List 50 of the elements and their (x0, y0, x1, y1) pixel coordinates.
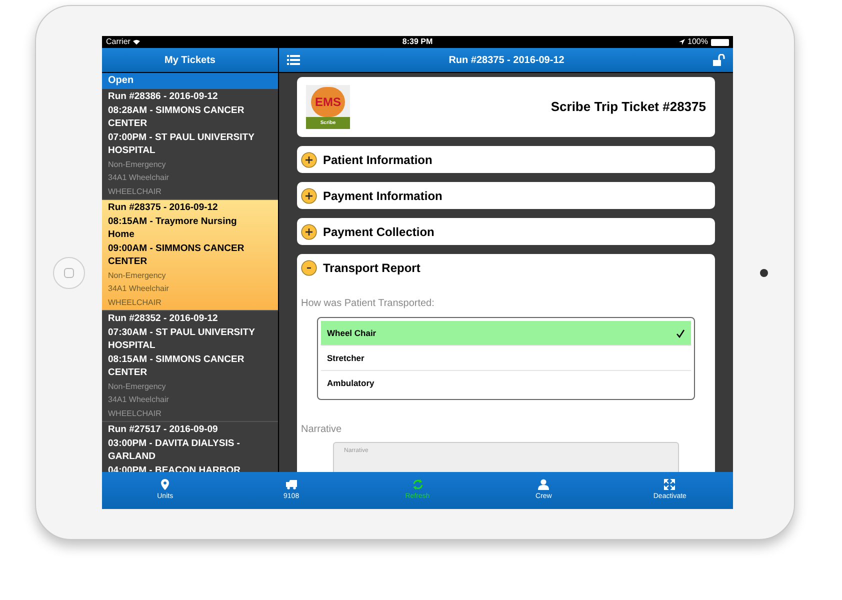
ticket-run: Run #28386 - 2016-09-12 (108, 90, 219, 104)
location-arrow-icon (678, 39, 685, 45)
wifi-icon (133, 39, 140, 45)
section-toggle[interactable]: Transport Report (297, 254, 715, 281)
ticket-pickup: 08:15AM - Traymore Nursing Home (108, 214, 238, 242)
status-time: 8:39 PM (401, 36, 434, 48)
ticket-run: Run #27517 - 2016-09-09 (108, 423, 219, 436)
ticket-unit: 34A1 Wheelchair (108, 283, 170, 295)
checkmark-icon (676, 328, 685, 338)
ticket-item[interactable]: Run #28375 - 2016-09-12 08:15AM - Traymore Nursing Home 09:00AM - SIMMONS CANCER CENTER Non-Emergency 34A1 Wheelchair WHEELCHAIR (102, 200, 278, 311)
narrative-label: Narrative (301, 423, 343, 437)
ticket-unit: 34A1 Wheelchair (108, 172, 170, 184)
section-toggle[interactable]: Payment Information (297, 182, 715, 209)
expand-icon (664, 478, 676, 490)
person-icon (538, 478, 550, 490)
carrier-label: Carrier (106, 36, 130, 48)
ticket-priority: Non-Emergency (108, 158, 167, 171)
refresh-icon (412, 478, 423, 490)
ticket-unit: 34A1 Wheelchair (108, 394, 170, 406)
ticket-item[interactable]: Run #28352 - 2016-09-12 07:30AM - ST PAUL UNIVERSITY HOSPITAL 08:15AM - SIMMONS CANCER CENTER Non-Emergency 34A1 Wheelchair WHEELCHAIR (102, 311, 278, 422)
question-label: How was Patient Transported: (301, 297, 436, 311)
ticket-dropoff: 08:15AM - SIMMONS CANCER CENTER (108, 352, 246, 380)
ticket-pickup: 08:28AM - SIMMONS CANCER CENTER (108, 104, 246, 130)
ticket-mode: WHEELCHAIR (108, 408, 162, 420)
ticket-run: Run #28352 - 2016-09-12 (108, 312, 219, 326)
sidebar-title: My Tickets (164, 54, 216, 68)
screen-title: Run #28375 - 2016-09-12 (448, 54, 566, 68)
section-header: Open (102, 73, 278, 89)
ticket-mode: WHEELCHAIR (108, 296, 162, 308)
ticket-pickup: 03:00PM - DAVITA DIALYSIS - GARLAND (108, 436, 241, 464)
ticket-priority: Non-Emergency (108, 380, 167, 393)
logo-text: EMS (314, 96, 341, 108)
ticket-priority: Non-Emergency (108, 270, 167, 282)
unlock-icon[interactable] (713, 54, 725, 66)
option-row[interactable]: Wheel Chair (321, 321, 691, 346)
battery-icon (711, 38, 729, 46)
ticket-run: Run #28375 - 2016-09-12 (108, 201, 219, 214)
ticket-item[interactable]: Run #28386 - 2016-09-12 08:28AM - SIMMONS CANCER CENTER 07:00PM - ST PAUL UNIVERSITY HOSPITAL Non-Emergency 34A1 Wheelchair WHEELCHAIR (102, 89, 278, 200)
battery-percent: 100% (688, 36, 708, 48)
menu-icon[interactable] (287, 55, 300, 65)
ticket-dropoff: 07:00PM - ST PAUL UNIVERSITY HOSPITAL (108, 130, 256, 158)
camera-icon (760, 268, 768, 276)
ticket-pickup: 07:30AM - ST PAUL UNIVERSITY HOSPITAL (108, 326, 256, 352)
ticket-mode: WHEELCHAIR (108, 186, 162, 198)
ticket-title: Scribe Trip Ticket #28375 (550, 98, 706, 116)
ticket-dropoff: 09:00AM - SIMMONS CANCER CENTER (108, 242, 246, 268)
truck-icon (286, 478, 297, 490)
section-toggle[interactable]: Payment Collection (297, 218, 715, 245)
map-pin-icon (160, 478, 171, 490)
section-toggle[interactable]: Patient Information (297, 146, 715, 173)
